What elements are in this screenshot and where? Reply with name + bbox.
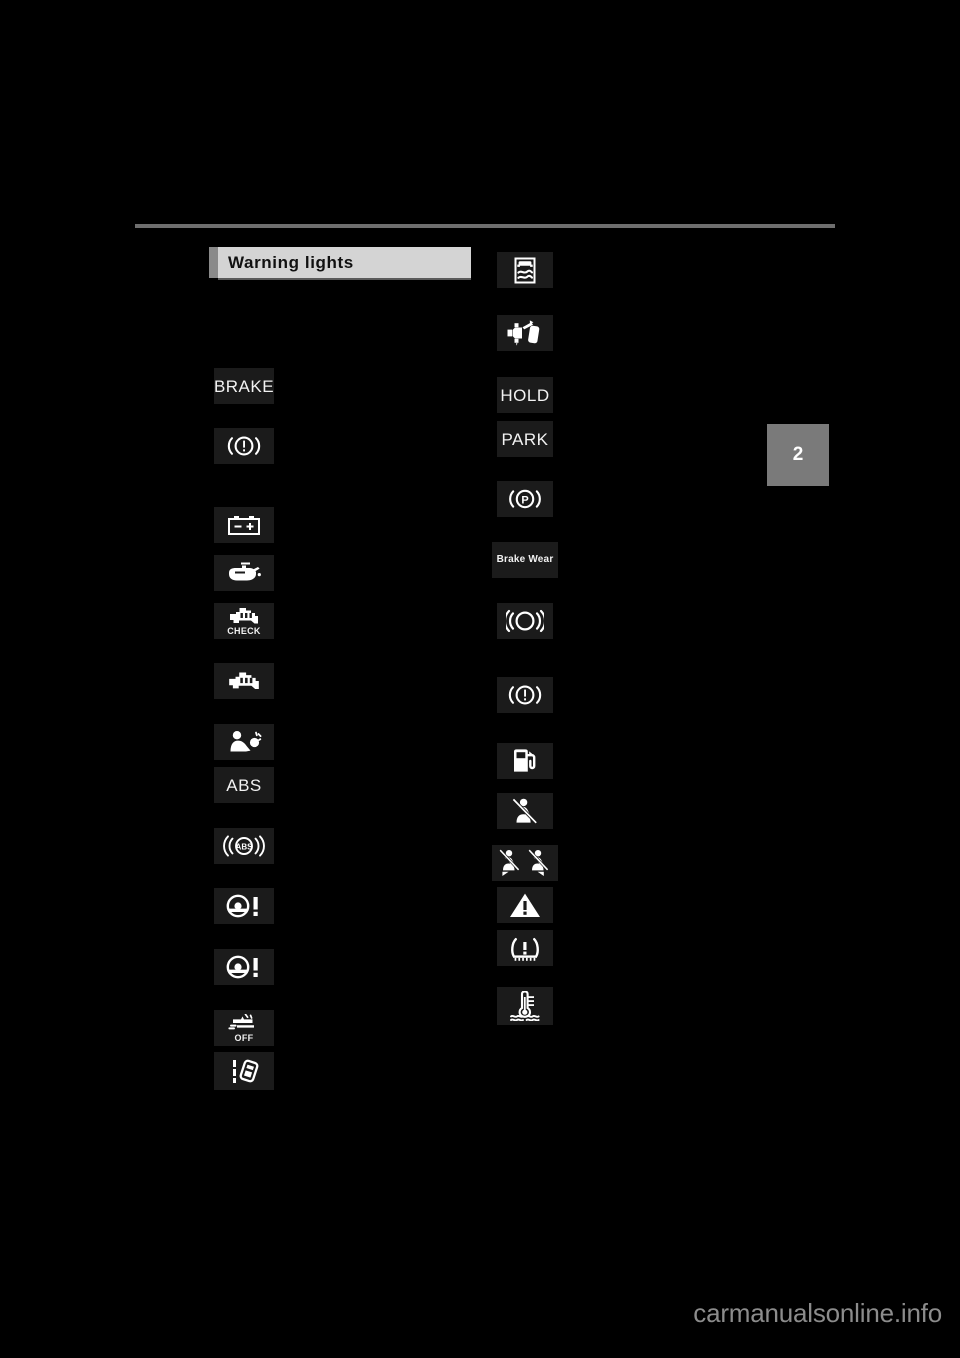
site-watermark: carmanualsonline.info (693, 1298, 942, 1328)
power-steering-secondary-warning-icon (214, 949, 274, 985)
srs-airbag-warning-icon (214, 724, 274, 760)
abs-text-warning-icon: ABS (214, 767, 274, 803)
svg-text:P: P (521, 494, 528, 506)
brake-wear-label: Brake Wear (496, 554, 554, 565)
svg-text:ABS: ABS (236, 843, 254, 852)
brake-hold-operation-warning-icon (497, 603, 553, 639)
park-label: PARK (501, 429, 549, 449)
vsc-off-indicator-icon: OFF (214, 1010, 274, 1046)
vsc-off-label: OFF (234, 1032, 254, 1043)
header-rule (135, 224, 835, 228)
brake-label: BRAKE (213, 376, 275, 396)
brake-wear-warning-icon: Brake Wear (492, 542, 558, 578)
abs-circle-warning-icon: ABS (214, 828, 274, 864)
brake-hold-indicator-icon: HOLD (497, 377, 553, 413)
driver-seat-belt-reminder-icon (497, 793, 553, 829)
brake-system-warning-icon (214, 428, 274, 464)
skid-control-vsc-indicator-icon (497, 252, 553, 288)
brake-system-text-warning-icon: BRAKE (214, 368, 274, 404)
section-heading-bar: Warning lights (209, 247, 471, 280)
electric-parking-brake-warning-icon: P (497, 481, 553, 517)
manual-page: Warning lights 2 BRAKE CHECK ABS ABS OFF… (0, 0, 960, 1358)
electric-power-steering-warning-icon (214, 888, 274, 924)
pre-collision-system-warning-icon (497, 315, 553, 351)
hold-label: HOLD (500, 385, 550, 405)
malfunction-indicator-lamp-icon (214, 663, 274, 699)
section-heading-shadow (218, 278, 471, 280)
section-heading-label: Warning lights (228, 252, 354, 272)
chapter-tab: 2 (767, 424, 829, 486)
section-heading-accent (209, 247, 218, 278)
check-label: CHECK (227, 625, 261, 636)
abs-label: ABS (226, 775, 262, 795)
parking-brake-warning-icon (497, 677, 553, 713)
park-indicator-icon: PARK (497, 421, 553, 457)
low-fuel-level-warning-icon (497, 743, 553, 779)
charging-system-warning-icon (214, 507, 274, 543)
check-engine-check-warning-icon: CHECK (214, 603, 274, 639)
rear-seat-belt-reminder-icon (492, 845, 558, 881)
engine-coolant-temperature-warning-icon (497, 987, 553, 1025)
master-warning-icon (497, 887, 553, 923)
low-oil-pressure-warning-icon (214, 555, 274, 591)
tire-pressure-warning-icon (497, 930, 553, 966)
lane-departure-alert-warning-icon (214, 1052, 274, 1090)
